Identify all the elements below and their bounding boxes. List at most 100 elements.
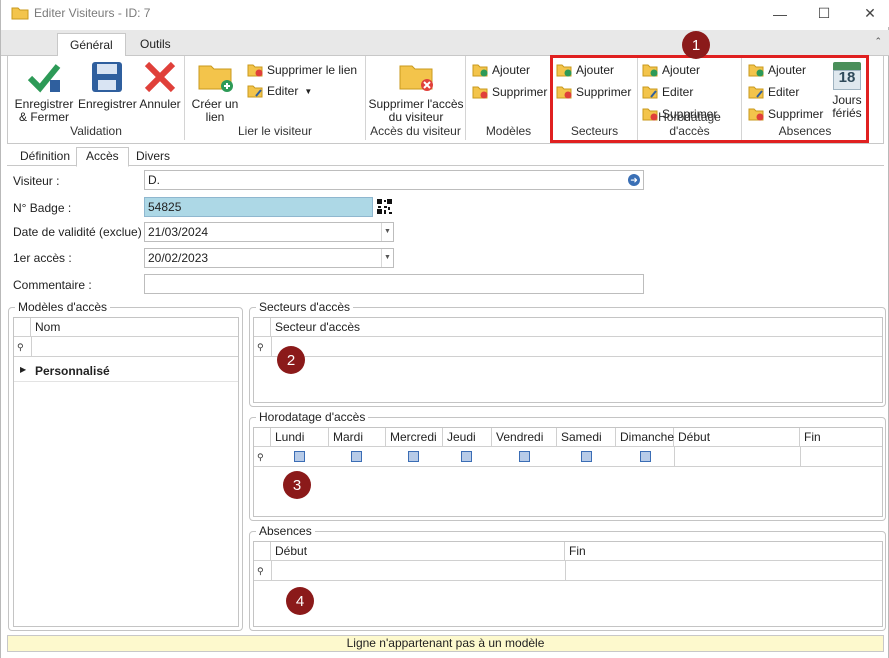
- row-indicator-header: [254, 428, 271, 446]
- modeles-delete-button[interactable]: Supprimer: [472, 83, 547, 101]
- row-label: Personnalisé: [35, 364, 110, 378]
- filter-checkbox-mardi[interactable]: [351, 451, 362, 462]
- filter-checkbox-samedi[interactable]: [581, 451, 592, 462]
- row-indicator-header: [254, 318, 271, 336]
- column-header-fin[interactable]: Fin: [565, 542, 882, 560]
- modeles-delete-label: Supprimer: [492, 85, 548, 99]
- column-header-dimanche[interactable]: Dimanche: [616, 428, 674, 446]
- secteurs-grid: Secteur d'accès ⚲: [253, 317, 883, 403]
- validite-label: Date de validité (exclue) :: [13, 225, 149, 239]
- tab-outils[interactable]: Outils: [128, 33, 183, 57]
- filter-pin-icon: ⚲: [257, 342, 264, 352]
- visiteur-label: Visiteur :: [13, 174, 60, 188]
- column-header-fin[interactable]: Fin: [800, 428, 882, 446]
- badge-2: 2: [277, 346, 305, 374]
- premier-acces-date-field[interactable]: 20/02/2023 ▼: [144, 248, 394, 268]
- group-label-validation: Validation: [70, 124, 122, 138]
- page-tab-strip: Définition Accès Divers: [7, 146, 884, 167]
- column-header-secteur[interactable]: Secteur d'accès: [271, 318, 882, 336]
- filter-pin-icon: ⚲: [257, 452, 264, 462]
- window-title: Editer Visiteurs - ID: 7: [34, 6, 151, 20]
- edit-link-button[interactable]: Editer ▼: [247, 82, 312, 100]
- validite-date-field[interactable]: 21/03/2024 ▼: [144, 222, 394, 242]
- column-header-vendredi[interactable]: Vendredi: [492, 428, 557, 446]
- collapse-ribbon-icon[interactable]: ⌃: [874, 36, 882, 47]
- create-link-button[interactable]: Créer un lien: [189, 60, 241, 124]
- delete-access-button[interactable]: Supprimer l'accès du visiteur: [368, 60, 464, 124]
- filter-checkbox-mercredi[interactable]: [408, 451, 419, 462]
- group-label-lier: Lier le visiteur: [237, 124, 313, 138]
- edit-link-label: Editer: [267, 84, 299, 98]
- modeles-add-label: Ajouter: [492, 63, 531, 77]
- folder-remove-icon: [399, 65, 433, 91]
- column-header-samedi[interactable]: Samedi: [557, 428, 616, 446]
- delete-link-button[interactable]: Supprimer le lien: [247, 61, 357, 79]
- premier-acces-value: 20/02/2023: [148, 251, 209, 265]
- editor-window: Editer Visiteurs - ID: 7 — ☐ ✕ Général O…: [0, 0, 889, 658]
- cancel-label: Annuler: [139, 97, 181, 111]
- filter-checkbox-lundi[interactable]: [294, 451, 305, 462]
- badge-field[interactable]: 54825: [144, 197, 373, 217]
- filter-checkbox-dimanche[interactable]: [640, 451, 651, 462]
- validite-value: 21/03/2024: [148, 225, 209, 239]
- column-header-nom[interactable]: Nom: [31, 318, 238, 336]
- checkmark-icon: [27, 64, 61, 93]
- commentaire-field[interactable]: [144, 274, 644, 294]
- folder-add-icon: [472, 64, 488, 77]
- filter-pin-icon: ⚲: [17, 342, 24, 352]
- badge-1: 1: [682, 31, 710, 59]
- delete-access-label: Supprimer l'accès du visiteur: [368, 97, 464, 124]
- filter-row[interactable]: ⚲: [254, 336, 882, 357]
- filter-checkbox-vendredi[interactable]: [519, 451, 530, 462]
- qr-code-icon[interactable]: [376, 198, 393, 215]
- folder-delete-icon: [472, 86, 488, 99]
- filter-row[interactable]: ⚲: [14, 336, 238, 357]
- column-header-lundi[interactable]: Lundi: [271, 428, 329, 446]
- badge-value: 54825: [148, 200, 182, 214]
- column-header-jeudi[interactable]: Jeudi: [443, 428, 492, 446]
- save-close-button[interactable]: Enregistrer & Fermer: [12, 60, 76, 124]
- tab-definition[interactable]: Définition: [11, 148, 79, 166]
- save-button[interactable]: Enregistrer: [78, 60, 137, 111]
- row-indicator-header: [254, 542, 271, 560]
- row-indicator-header: [14, 318, 31, 336]
- dropdown-arrow-icon: ▼: [304, 86, 313, 96]
- folder-icon: [11, 7, 29, 20]
- cancel-button[interactable]: Annuler: [138, 60, 182, 111]
- minimize-button[interactable]: —: [757, 0, 803, 27]
- absences-grid: Début Fin ⚲: [253, 541, 883, 627]
- folder-delete-icon: [247, 64, 263, 77]
- save-close-label: Enregistrer & Fermer: [14, 97, 74, 124]
- navigate-arrow-icon[interactable]: ➜: [628, 174, 640, 186]
- chevron-down-icon[interactable]: ▼: [381, 223, 393, 241]
- save-label: Enregistrer: [78, 97, 137, 111]
- badge-3: 3: [283, 471, 311, 499]
- tab-general[interactable]: Général: [57, 33, 126, 57]
- modeles-grid: Nom ⚲ ▶ Personnalisé: [13, 317, 239, 627]
- close-button[interactable]: ✕: [847, 0, 889, 27]
- filter-row[interactable]: ⚲: [254, 446, 882, 467]
- visiteur-field[interactable]: D. ➜: [144, 170, 644, 190]
- modeles-add-button[interactable]: Ajouter: [472, 61, 530, 79]
- tab-acces[interactable]: Accès: [76, 147, 129, 167]
- column-header-mardi[interactable]: Mardi: [329, 428, 386, 446]
- folder-edit-icon: [247, 85, 263, 98]
- premier-acces-label: 1er accès :: [13, 251, 72, 265]
- group-label-modeles: Modèles: [485, 124, 532, 138]
- horodatage-fieldset: Horodatage d'accès Lundi Mardi Mercredi …: [249, 410, 886, 521]
- modeles-fieldset: Modèles d'accès Nom ⚲ ▶ Personnalisé: [8, 300, 243, 631]
- column-header-debut[interactable]: Début: [271, 542, 565, 560]
- maximize-button[interactable]: ☐: [801, 0, 847, 27]
- visiteur-value: D.: [148, 173, 160, 187]
- column-header-mercredi[interactable]: Mercredi: [386, 428, 443, 446]
- tab-divers[interactable]: Divers: [127, 148, 179, 166]
- create-link-label: Créer un lien: [191, 97, 239, 124]
- ribbon-tab-strip: Général Outils ⌃: [1, 30, 889, 57]
- table-row[interactable]: ▶ Personnalisé: [14, 360, 238, 382]
- filter-row[interactable]: ⚲: [254, 560, 882, 581]
- chevron-down-icon[interactable]: ▼: [381, 249, 393, 267]
- filter-checkbox-jeudi[interactable]: [461, 451, 472, 462]
- row-expand-icon[interactable]: ▶: [20, 365, 26, 374]
- column-header-debut[interactable]: Début: [674, 428, 800, 446]
- delete-link-label: Supprimer le lien: [267, 63, 358, 77]
